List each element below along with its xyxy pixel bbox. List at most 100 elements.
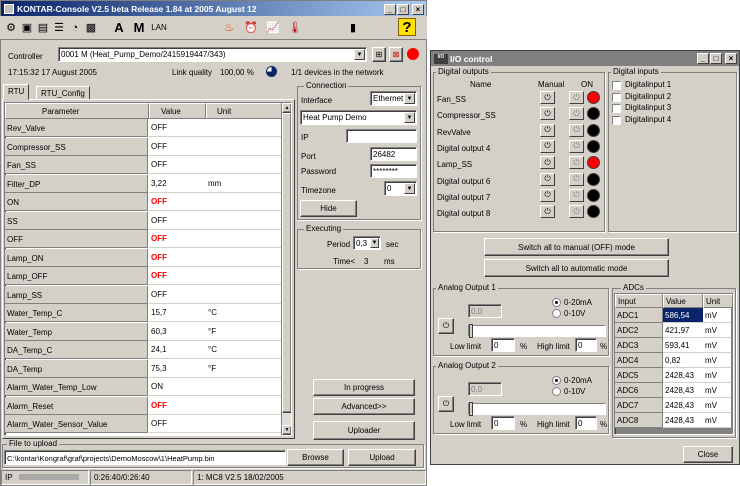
param-value-cell[interactable]: ON: [149, 378, 206, 396]
text-m-icon[interactable]: M: [132, 19, 146, 36]
on-switch-icon[interactable]: ⏻: [569, 91, 584, 104]
analog2-radio-20ma[interactable]: [552, 376, 561, 385]
param-value-cell[interactable]: OFF: [149, 248, 206, 267]
io-maximize-button[interactable]: □: [710, 53, 722, 64]
chevron-down-icon[interactable]: ▼: [404, 93, 415, 104]
thermometer-icon[interactable]: 🌡: [288, 19, 302, 36]
analog2-slider-thumb[interactable]: [469, 402, 473, 416]
table-row[interactable]: Filter_DP 3,22 mm: [5, 174, 283, 193]
grid-header-unit[interactable]: Unit: [206, 103, 283, 119]
manual-switch-icon[interactable]: ⏻: [540, 172, 555, 186]
table-row[interactable]: OFF OFF: [5, 230, 283, 248]
interface-combo[interactable]: Ethernet ▼: [370, 91, 417, 106]
param-value-cell[interactable]: 60,3: [149, 322, 206, 341]
gear-icon[interactable]: ⚙: [4, 19, 18, 36]
manual-switch-icon[interactable]: ⏻: [540, 139, 555, 153]
table-row[interactable]: Rev_Valve OFF: [5, 119, 283, 137]
param-value-cell[interactable]: 15,7: [149, 304, 206, 322]
table-row[interactable]: Alarm_Water_Temp_Low ON: [5, 378, 283, 396]
clock-icon[interactable]: ◔: [68, 19, 82, 36]
table-row[interactable]: Alarm_Reset OFF: [5, 396, 283, 415]
file-path-input[interactable]: C:\kontar\Kongraf\graf\projects\DemoMosc…: [4, 450, 286, 465]
table-row[interactable]: Lamp_SS OFF: [5, 285, 283, 304]
analog1-radio-10v[interactable]: [552, 309, 561, 318]
param-value-cell[interactable]: OFF: [149, 137, 206, 156]
list-icon[interactable]: ☰: [52, 19, 66, 36]
table-row[interactable]: Alarm_Water_Sensor_Value OFF: [5, 415, 283, 433]
digital-input-checkbox[interactable]: [612, 81, 621, 90]
param-value-cell[interactable]: OFF: [149, 396, 206, 415]
disconnect-icon[interactable]: ⊠: [389, 47, 403, 62]
table-row[interactable]: ON OFF: [5, 193, 283, 211]
grid-scrollbar[interactable]: ▲ ▼: [281, 103, 291, 435]
text-a-icon[interactable]: A: [112, 19, 126, 36]
adc-header-value[interactable]: Value: [663, 294, 703, 308]
param-value-cell[interactable]: OFF: [149, 156, 206, 174]
adc-header-unit[interactable]: Unit: [703, 294, 733, 308]
digital-input-checkbox[interactable]: [612, 92, 621, 102]
manual-switch-icon[interactable]: ⏻: [540, 91, 555, 104]
advanced-button[interactable]: Advanced>>: [313, 398, 415, 415]
in-progress-button[interactable]: In progress: [313, 379, 415, 396]
chevron-down-icon[interactable]: ▼: [404, 183, 415, 194]
table-row[interactable]: DA_Temp 75,3 °F: [5, 359, 283, 378]
on-switch-icon[interactable]: ⏻: [569, 139, 584, 153]
scroll-up-icon[interactable]: ▲: [282, 103, 291, 113]
chevron-down-icon[interactable]: ▼: [370, 238, 379, 248]
analog1-low-input[interactable]: 0: [491, 338, 515, 352]
close-button[interactable]: Close: [683, 446, 733, 463]
digital-input-checkbox[interactable]: [612, 104, 621, 113]
on-switch-icon[interactable]: ⏻: [569, 107, 584, 121]
analog2-power-icon[interactable]: ⏻: [438, 396, 454, 412]
chip-icon[interactable]: ▩: [84, 19, 98, 36]
chevron-down-icon[interactable]: ▼: [404, 112, 415, 123]
scroll-thumb[interactable]: [282, 113, 291, 413]
grid-header-value[interactable]: Value: [149, 103, 206, 119]
hide-button[interactable]: Hide: [300, 200, 357, 217]
table-row[interactable]: Water_Temp_C 15,7 °C: [5, 304, 283, 322]
lan-icon[interactable]: LAN: [150, 19, 168, 36]
on-switch-icon[interactable]: ⏻: [569, 172, 584, 186]
browse-button[interactable]: Browse: [287, 449, 344, 466]
param-value-cell[interactable]: OFF: [149, 211, 206, 230]
analog1-value-input[interactable]: 0,0: [468, 304, 502, 318]
param-value-cell[interactable]: OFF: [149, 267, 206, 285]
io-minimize-button[interactable]: _: [697, 53, 709, 64]
panel-icon[interactable]: ▮: [346, 19, 360, 36]
maximize-button[interactable]: □: [397, 3, 409, 15]
param-value-cell[interactable]: OFF: [149, 193, 206, 211]
param-value-cell[interactable]: OFF: [149, 415, 206, 433]
grid-header-parameter[interactable]: Parameter: [5, 103, 149, 119]
table-row[interactable]: SS OFF: [5, 211, 283, 230]
table-row[interactable]: Compressor_SS OFF: [5, 137, 283, 156]
analog2-low-input[interactable]: 0: [491, 416, 515, 430]
analog1-power-icon[interactable]: ⏻: [438, 318, 454, 334]
io-titlebar[interactable]: I/O I/O control _ □ ×: [431, 51, 739, 66]
switch-manual-button[interactable]: Switch all to manual (OFF) mode: [484, 238, 669, 256]
analog2-high-input[interactable]: 0: [575, 416, 597, 430]
tab-rtu-config[interactable]: RTU_Config: [36, 86, 90, 100]
close-window-button[interactable]: ×: [412, 3, 424, 15]
on-switch-icon[interactable]: ⏻: [569, 188, 584, 202]
manual-switch-icon[interactable]: ⏻: [540, 123, 555, 137]
analog1-slider-track[interactable]: [468, 324, 606, 338]
fire-icon[interactable]: ♨: [222, 19, 236, 36]
network-icon[interactable]: ⊞: [372, 47, 386, 62]
upload-button[interactable]: Upload: [348, 449, 416, 466]
analog2-value-input[interactable]: 0,0: [468, 382, 502, 396]
period-combo[interactable]: 0,3 ▼: [353, 236, 381, 250]
port-input[interactable]: 26482: [370, 147, 417, 161]
document-icon[interactable]: ▤: [36, 19, 50, 36]
chart-icon[interactable]: 📈: [266, 19, 280, 36]
param-value-cell[interactable]: 3,22: [149, 174, 206, 193]
timezone-combo[interactable]: 0 ▼: [384, 181, 417, 196]
alarm-clock-icon[interactable]: ⏰: [244, 19, 258, 36]
scroll-down-icon[interactable]: ▼: [282, 425, 291, 435]
param-value-cell[interactable]: OFF: [149, 285, 206, 304]
analog1-high-input[interactable]: 0: [575, 338, 597, 352]
analog1-slider-thumb[interactable]: [469, 324, 473, 338]
profile-combo[interactable]: Heat Pump Demo ▼: [300, 110, 417, 125]
on-switch-icon[interactable]: ⏻: [569, 156, 584, 170]
manual-switch-icon[interactable]: ⏻: [540, 107, 555, 121]
adc-header-input[interactable]: Input: [615, 294, 663, 308]
